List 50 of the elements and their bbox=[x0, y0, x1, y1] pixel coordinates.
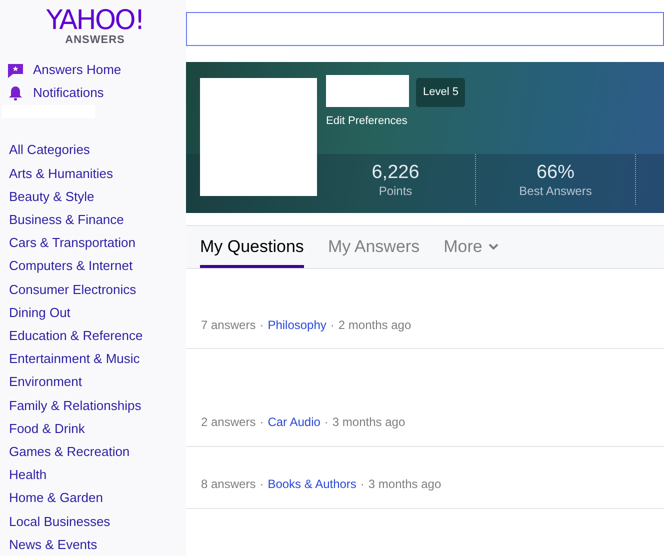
stat-label: Best Answers bbox=[519, 184, 592, 198]
answer-count: 8 answers bbox=[201, 476, 256, 493]
category-link[interactable]: Books & Authors bbox=[268, 475, 356, 493]
separator-dot: · bbox=[330, 317, 334, 334]
time-ago: 3 months ago bbox=[368, 476, 442, 493]
category-link[interactable]: Health bbox=[9, 463, 186, 486]
stat-value: 66% bbox=[536, 162, 575, 184]
category-link[interactable]: Computers & Internet bbox=[9, 254, 186, 278]
tab[interactable]: My Questions bbox=[200, 226, 304, 268]
category-link[interactable]: Local Businesses bbox=[9, 510, 186, 533]
category-link[interactable]: News & Events bbox=[9, 532, 186, 556]
answer-count: 7 answers bbox=[201, 317, 256, 334]
category-link[interactable]: Environment bbox=[9, 370, 186, 394]
category-link[interactable]: Car Audio bbox=[268, 413, 320, 431]
yahoo-logo[interactable]: YAHOO! bbox=[46, 8, 144, 34]
answers-logo-text: ANSWERS bbox=[65, 34, 125, 46]
category-link[interactable]: Entertainment & Music bbox=[9, 347, 186, 370]
tab[interactable]: More bbox=[444, 226, 500, 268]
category-link[interactable]: Beauty & Style bbox=[9, 184, 186, 208]
bell-icon bbox=[8, 86, 23, 100]
category-link[interactable]: Food & Drink bbox=[9, 416, 186, 440]
speech-bubble-star-icon bbox=[8, 62, 23, 78]
category-link[interactable]: Games & Recreation bbox=[9, 440, 186, 464]
separator-dot: · bbox=[260, 317, 264, 334]
category-link[interactable]: Business & Finance bbox=[9, 208, 186, 232]
category-link[interactable]: Consumer Electronics bbox=[9, 278, 186, 301]
separator-dot: · bbox=[260, 476, 264, 493]
answer-count: 2 answers bbox=[201, 414, 256, 431]
stat-label: Points bbox=[378, 184, 412, 198]
category-link[interactable]: Family & Relationships bbox=[9, 394, 186, 417]
time-ago: 2 months ago bbox=[338, 317, 412, 334]
category-link[interactable]: All Categories bbox=[9, 138, 186, 162]
time-ago: 3 months ago bbox=[332, 414, 406, 431]
category-link[interactable]: Philosophy bbox=[268, 316, 326, 334]
category-link[interactable]: Education & Reference bbox=[9, 324, 186, 348]
nav-link[interactable]: Answers Home bbox=[33, 61, 122, 79]
separator-dot: · bbox=[360, 476, 364, 493]
tab[interactable]: My Answers bbox=[328, 226, 420, 268]
edit-preferences-link[interactable]: Edit Preferences bbox=[326, 115, 409, 127]
category-link[interactable]: Dining Out bbox=[9, 300, 186, 324]
search-field[interactable] bbox=[186, 12, 664, 46]
separator-dot: · bbox=[324, 414, 328, 431]
separator-dot: · bbox=[260, 414, 264, 431]
nav-link[interactable]: Notifications bbox=[33, 84, 104, 102]
chevron-down-icon bbox=[488, 243, 500, 251]
stat-value: 6,226 bbox=[372, 162, 420, 184]
category-link[interactable]: Home & Garden bbox=[9, 486, 186, 510]
category-link[interactable]: Cars & Transportation bbox=[9, 231, 186, 254]
category-link[interactable]: Arts & Humanities bbox=[9, 162, 186, 185]
level-badge: Level 5 bbox=[416, 78, 466, 106]
